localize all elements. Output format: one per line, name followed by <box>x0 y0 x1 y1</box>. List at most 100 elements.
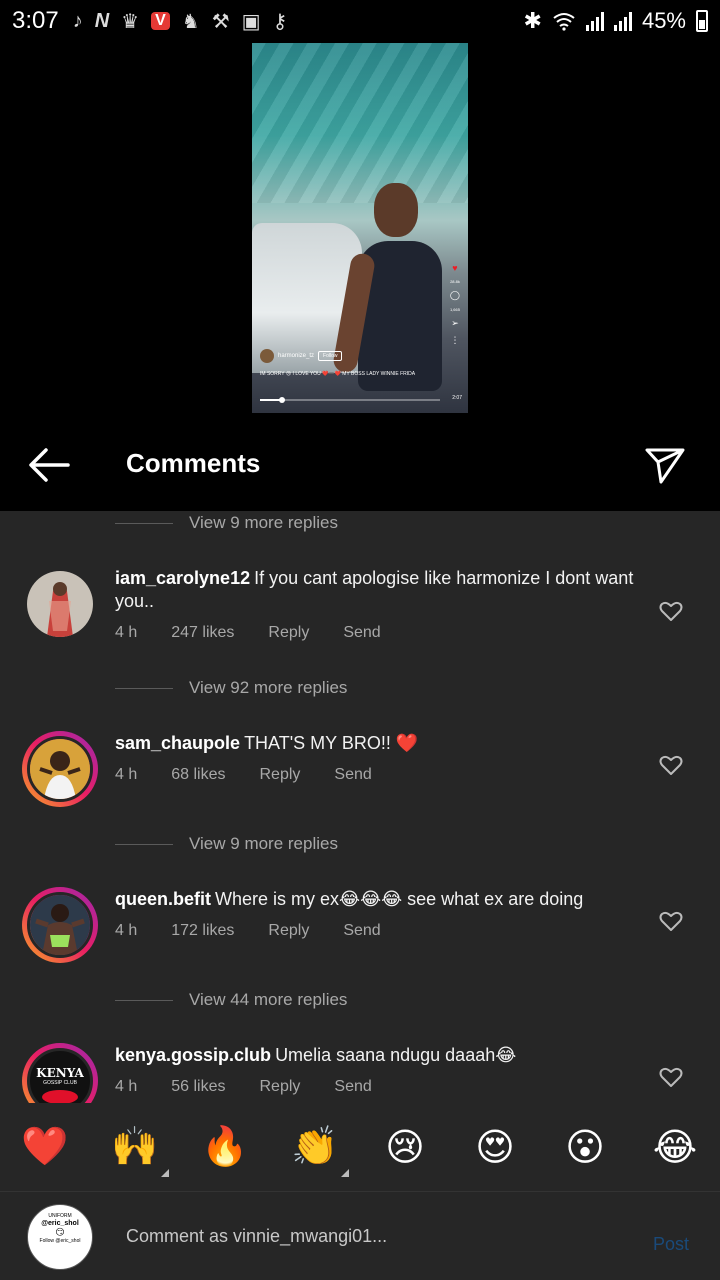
heart-icon[interactable] <box>659 910 683 932</box>
view-more-replies-button[interactable]: View 44 more replies <box>115 990 347 1010</box>
divider-line <box>115 522 173 524</box>
video-comment-icon[interactable]: ◯ <box>450 290 460 301</box>
reply-button[interactable]: Reply <box>260 766 301 784</box>
view-replies-label: View 9 more replies <box>189 513 338 532</box>
send-button[interactable]: Send <box>334 766 371 784</box>
skin-tone-indicator <box>341 1169 349 1177</box>
emoji-heart-button[interactable]: ❤️ <box>15 1125 75 1169</box>
comment-likes[interactable]: 56 likes <box>171 1078 225 1096</box>
battery-icon <box>696 10 708 32</box>
premier-league-icon: ♛ <box>121 10 140 33</box>
comment-meta: 4 h 68 likes Reply Send <box>115 766 406 784</box>
video-more-icon[interactable]: ⋮ <box>450 335 459 346</box>
vivaldi-icon: V <box>151 12 170 30</box>
video-comment-count: 1,665 <box>449 307 460 312</box>
comments-header: Comments <box>0 420 720 510</box>
avatar[interactable] <box>27 571 93 637</box>
emoji-heart-eyes-button[interactable]: 😍 <box>465 1125 525 1170</box>
comment-username[interactable]: queen.befit <box>115 889 211 909</box>
video-follow-button[interactable]: Follow <box>318 351 343 361</box>
comment-username[interactable]: iam_carolyne12 <box>115 568 250 588</box>
post-button[interactable]: Post <box>653 1234 689 1255</box>
comment-likes[interactable]: 247 likes <box>171 624 234 642</box>
system-icons: ✱ 45% <box>524 0 708 42</box>
comment-likes[interactable]: 68 likes <box>171 766 225 784</box>
video-username: harmonize_tz <box>278 353 315 359</box>
video-progress-bar[interactable] <box>260 397 440 403</box>
comment-body: sam_chaupole THAT'S MY BRO!! ❤️ <box>115 732 635 755</box>
signal-1-icon <box>585 11 604 31</box>
video-progress-handle[interactable] <box>278 397 285 403</box>
view-more-replies-button[interactable]: View 9 more replies <box>115 834 338 854</box>
tiktok-icon: ♪ <box>72 9 83 32</box>
battery-percent: 45% <box>641 8 686 33</box>
send-button[interactable]: Send <box>343 922 380 940</box>
video-person <box>331 173 452 413</box>
reply-button[interactable]: Reply <box>268 922 309 940</box>
bluetooth-icon: ✱ <box>523 8 542 33</box>
video-user: harmonize_tz Follow <box>260 349 343 363</box>
tools-icon: ⚒ <box>211 10 230 33</box>
emoji-cry-button[interactable]: 😢 <box>375 1125 435 1170</box>
video-duration: 2:07 <box>452 395 462 401</box>
comment-time: 4 h <box>115 766 138 783</box>
notification-icons: ♪ N ♛ V ♞ ⚒ ▣ ⚷ <box>73 9 288 34</box>
send-button[interactable]: Send <box>334 1078 371 1096</box>
avatar[interactable] <box>22 887 98 963</box>
heart-icon[interactable] <box>659 754 683 776</box>
avatar-emoji: 😏 <box>55 1227 65 1237</box>
video-share-icon[interactable]: ➢ <box>451 318 459 329</box>
video-caption: IM SORRY 😢 I LOVE YOU ❤️➖❤️ MY BOSS LADY… <box>260 371 416 377</box>
comment-time: 4 h <box>115 922 138 939</box>
reply-button[interactable]: Reply <box>268 624 309 642</box>
video-like-count: 28.8k <box>450 279 460 284</box>
emoji-raised-hands-button[interactable]: 🙌 <box>105 1125 169 1177</box>
reply-button[interactable]: Reply <box>260 1078 301 1096</box>
divider-line <box>115 687 173 689</box>
comment-body: queen.befit Where is my ex😂😂😂 see what ex… <box>115 888 635 911</box>
my-avatar: UNIFORM @eric_shol 😏 Follow @eric_shol <box>27 1204 93 1270</box>
view-replies-label: View 9 more replies <box>189 834 338 853</box>
emoji-glyph: 👏 <box>291 1126 339 1168</box>
comment-text: THAT'S MY BRO!! ❤️ <box>244 733 419 753</box>
emoji-joy-button[interactable]: 😂 <box>645 1125 705 1170</box>
comment-composer: UNIFORM @eric_shol 😏 Follow @eric_shol C… <box>0 1191 720 1280</box>
heart-icon[interactable] <box>659 600 683 622</box>
heart-icon[interactable] <box>659 1066 683 1088</box>
video-preview[interactable]: ♥ 28.8k ◯ 1,665 ➢ ⋮ harmonize_tz Follow … <box>252 43 468 413</box>
comment-username[interactable]: kenya.gossip.club <box>115 1045 271 1065</box>
emoji-fire-button[interactable]: 🔥 <box>195 1125 255 1169</box>
status-bar: 3:07 ♪ N ♛ V ♞ ⚒ ▣ ⚷ ✱ 45% <box>0 0 720 42</box>
send-button[interactable]: Send <box>343 624 380 642</box>
comment-username[interactable]: sam_chaupole <box>115 733 240 753</box>
avatar-logo-subtext: GOSSIP CLUB <box>43 1080 77 1086</box>
view-more-replies-button[interactable]: View 92 more replies <box>115 678 347 698</box>
video-like-icon[interactable]: ♥ <box>452 263 457 273</box>
comment-body: iam_carolyne12 If you cant apologise like… <box>115 567 635 613</box>
comment-text: Umelia saana ndugu daaah😂 <box>275 1045 517 1065</box>
comment-time: 4 h <box>115 624 138 641</box>
emoji-clap-button[interactable]: 👏 <box>285 1125 349 1177</box>
divider-line <box>115 843 173 845</box>
comment-input[interactable]: Comment as vinnie_mwangi01... <box>126 1226 387 1247</box>
emoji-surprised-button[interactable]: 😮 <box>555 1125 615 1170</box>
avatar[interactable]: KENYA GOSSIP CLUB <box>22 1043 98 1103</box>
video-user-avatar <box>260 349 274 363</box>
comment-likes[interactable]: 172 likes <box>171 922 234 940</box>
comments-list[interactable]: View 9 more replies iam_carolyne12 If you… <box>0 511 720 1103</box>
key-icon: ⚷ <box>272 10 288 33</box>
avatar-logo-text: KENYA <box>36 1066 84 1080</box>
direct-send-icon[interactable] <box>644 444 686 486</box>
avatar-label: UNIFORM <box>48 1213 72 1219</box>
skin-tone-indicator <box>161 1169 169 1177</box>
comment-text: Where is my ex😂😂😂 see what ex are doing <box>215 889 584 909</box>
emoji-reaction-bar: ❤️ 🙌 🔥 👏 😢 😍 😮 😂 <box>0 1103 720 1191</box>
video-side-actions: ♥ 28.8k ◯ 1,665 ➢ ⋮ <box>450 263 460 346</box>
comment-time: 4 h <box>115 1078 138 1095</box>
comment-meta: 4 h 172 likes Reply Send <box>115 922 415 940</box>
back-arrow-icon[interactable] <box>28 446 70 484</box>
avatar[interactable] <box>22 731 98 807</box>
netflix-icon: N <box>94 9 110 32</box>
view-more-replies-button[interactable]: View 9 more replies <box>115 513 338 533</box>
view-replies-label: View 92 more replies <box>189 678 348 697</box>
